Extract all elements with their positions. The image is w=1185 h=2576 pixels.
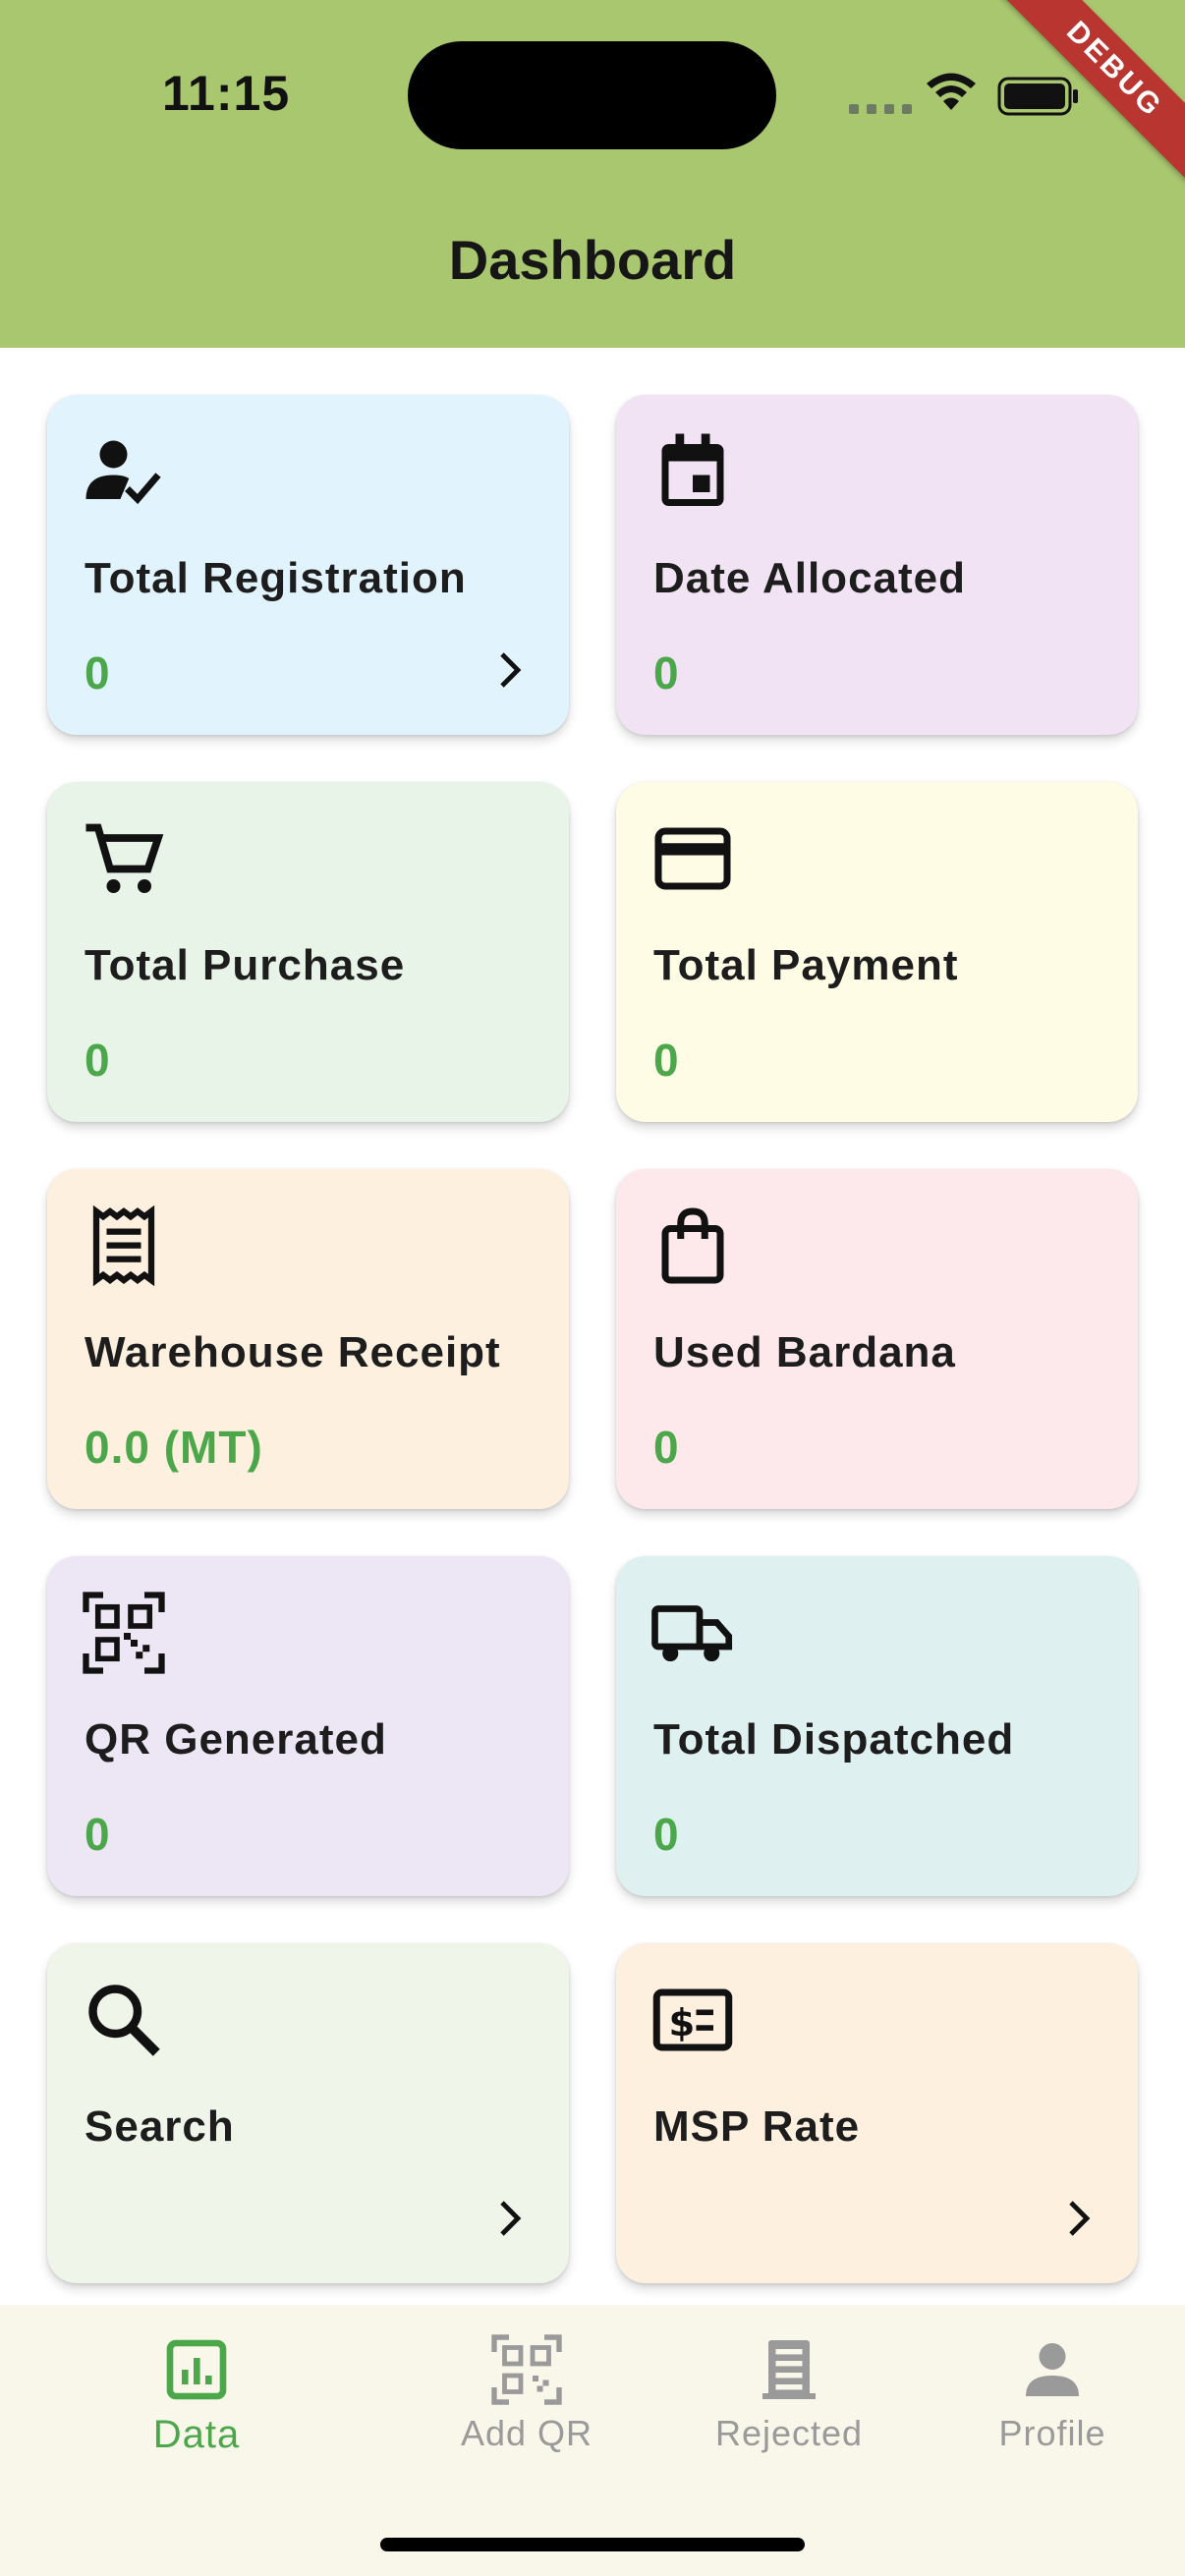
- nav-item-profile[interactable]: Profile: [954, 2334, 1151, 2454]
- credit-card-icon: [654, 827, 731, 890]
- card-label: Total Dispatched: [653, 1715, 1015, 1764]
- person-check-icon: [85, 440, 161, 505]
- card-search[interactable]: Search: [47, 1943, 569, 2283]
- card-date-allocated[interactable]: Date Allocated 0: [616, 395, 1138, 735]
- chevron-right-icon: [1069, 2201, 1091, 2236]
- nav-item-rejected[interactable]: Rejected: [691, 2334, 887, 2454]
- nav-label: Rejected: [714, 2413, 864, 2453]
- card-label: Total Purchase: [85, 941, 406, 989]
- nav-item-add-qr[interactable]: Add QR: [428, 2334, 625, 2454]
- nav-item-data[interactable]: Data: [98, 2334, 295, 2457]
- card-total-dispatched[interactable]: Total Dispatched 0: [616, 1556, 1138, 1896]
- card-label: MSP Rate: [653, 2102, 861, 2151]
- card-qr-generated[interactable]: QR Generated 0: [47, 1556, 569, 1896]
- card-label: Total Payment: [653, 941, 959, 989]
- card-value: 0: [85, 1035, 111, 1086]
- card-label: Used Bardana: [653, 1328, 956, 1376]
- svg-text:$: $: [669, 2001, 696, 2045]
- cart-icon: [85, 823, 164, 893]
- qr-code-icon: [491, 2334, 562, 2405]
- qr-code-icon: [83, 1592, 165, 1674]
- shopping-bag-icon: [661, 1207, 724, 1284]
- app-bar: 11:15 DEBUG Dashboard: [0, 0, 1185, 348]
- card-label: Date Allocated: [653, 554, 967, 602]
- card-label: Search: [85, 2102, 235, 2151]
- money-icon: $: [652, 1988, 733, 2051]
- chart-icon: [166, 2339, 227, 2400]
- card-msp-rate[interactable]: $ MSP Rate: [616, 1943, 1138, 2283]
- dashboard-grid: Total Registration 0 Date Allocated 0 To…: [47, 395, 1138, 2283]
- bottom-navigation: Data Add QR Rejected Profile: [0, 2305, 1185, 2576]
- status-time: 11:15: [162, 66, 291, 121]
- wifi-icon: [927, 73, 976, 110]
- card-value: 0: [85, 1809, 111, 1860]
- home-indicator[interactable]: [380, 2538, 805, 2551]
- receipt-icon: [92, 1204, 155, 1287]
- chevron-right-icon: [500, 2201, 522, 2236]
- dynamic-island: [408, 41, 776, 149]
- chevron-right-icon: [500, 652, 522, 688]
- signal-icon: [849, 104, 912, 114]
- battery-icon: [997, 77, 1078, 116]
- nav-label: Add QR: [460, 2413, 593, 2453]
- card-value: 0: [85, 647, 111, 699]
- card-label: Warehouse Receipt: [85, 1328, 501, 1376]
- card-value: 0: [653, 1809, 680, 1860]
- card-warehouse-receipt[interactable]: Warehouse Receipt 0.0 (MT): [47, 1169, 569, 1509]
- truck-icon: [651, 1605, 733, 1662]
- search-icon: [88, 1985, 160, 2056]
- card-used-bardana[interactable]: Used Bardana 0: [616, 1169, 1138, 1509]
- card-value: 0: [653, 647, 680, 699]
- card-total-purchase[interactable]: Total Purchase 0: [47, 782, 569, 1122]
- nav-label: Profile: [998, 2413, 1106, 2453]
- card-label: QR Generated: [85, 1715, 387, 1764]
- nav-label: Data: [152, 2413, 241, 2456]
- card-label: Total Registration: [85, 554, 467, 602]
- calendar-icon: [661, 433, 724, 506]
- card-total-payment[interactable]: Total Payment 0: [616, 782, 1138, 1122]
- card-value: 0: [653, 1422, 680, 1473]
- card-value: 0.0 (MT): [85, 1422, 263, 1473]
- page-title: Dashboard: [448, 229, 737, 291]
- card-value: 0: [653, 1035, 680, 1086]
- person-icon: [1026, 2343, 1079, 2396]
- building-icon: [762, 2340, 816, 2399]
- card-total-registration[interactable]: Total Registration 0: [47, 395, 569, 735]
